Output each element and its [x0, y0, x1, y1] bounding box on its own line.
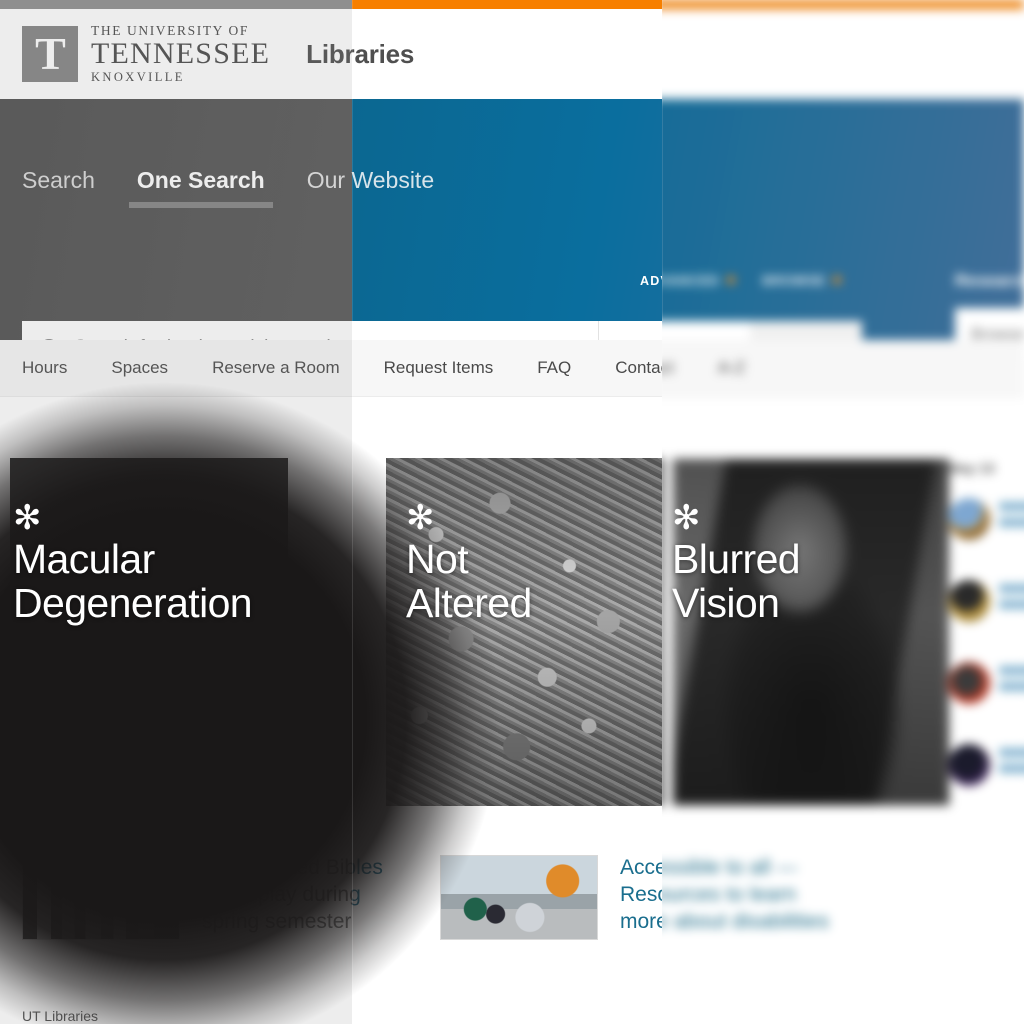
avatar: [948, 662, 990, 704]
site-title: Libraries: [352, 38, 415, 69]
social-post[interactable]: [948, 498, 1024, 540]
search-band: Search One Search Our Website ADVANCED B…: [352, 99, 662, 374]
top-accent-strip: [0, 0, 352, 9]
search-label: Search: [22, 167, 95, 193]
nav-a-to-z[interactable]: A-Z: [718, 358, 745, 378]
tab-one-search[interactable]: One Search: [128, 167, 273, 208]
top-accent-strip: [352, 0, 662, 9]
simulation-title: Macular Degeneration: [13, 535, 253, 627]
tab-our-website[interactable]: Our Website: [352, 167, 434, 208]
social-feed: May 13: [948, 460, 1024, 826]
asterisk-icon: ✻: [672, 498, 701, 538]
nav-contact[interactable]: Contact: [615, 358, 662, 378]
site-title: Libraries: [306, 38, 352, 69]
news-item[interactable]: Early printed Bibles on display during s…: [352, 855, 442, 940]
search-band: Search One Search Our Website ADVANCED B…: [0, 99, 352, 374]
advanced-link[interactable]: ADVANCED: [640, 274, 662, 288]
ut-logo-icon[interactable]: T: [22, 26, 78, 82]
social-post-text: [999, 580, 1024, 609]
news-title[interactable]: Accessible to all — Resources to learn m…: [662, 855, 829, 940]
search-band: Search One Search Our Website ADVANCED B…: [662, 99, 1024, 374]
asterisk-icon: ✻: [406, 498, 435, 538]
news-title[interactable]: Early printed Bibles on display during s…: [202, 855, 352, 940]
advanced-browse-links: ADVANCED BROWSE: [662, 274, 841, 288]
search-tabs: Search One Search Our Website: [22, 167, 352, 208]
masthead: T THE UNIVERSITY OF TENNESSEE KNOXVILLE …: [0, 9, 352, 99]
news-title[interactable]: Early printed Bibles on display during s…: [352, 855, 383, 940]
panel-divider: [662, 0, 663, 1024]
social-feed-date: May 13: [948, 460, 995, 476]
masthead: T THE UNIVERSITY OF TENNESSEE KNOXVILLE …: [352, 9, 662, 99]
news-thumbnail: [440, 855, 598, 940]
screenshot-stage: T THE UNIVERSITY OF TENNESSEE KNOXVILLE …: [0, 0, 1024, 1024]
nav-hours[interactable]: Hours: [22, 358, 67, 378]
utility-nav: Hours Spaces Reserve a Room Request Item…: [662, 340, 1024, 397]
wordmark-line-2: TENNESSEE: [91, 37, 271, 71]
footer-note: UT Libraries: [22, 1008, 98, 1024]
simulation-title: Blurred Vision: [672, 535, 801, 627]
wordmark-line-1: THE UNIVERSITY OF: [91, 23, 249, 39]
social-post-text: [999, 662, 1024, 691]
browse-link[interactable]: BROWSE: [763, 274, 841, 288]
advanced-browse-links: ADVANCED BROWSE: [640, 274, 662, 288]
social-post-text: [999, 498, 1024, 527]
simulation-label-macular: ✻ Macular Degeneration: [13, 498, 253, 627]
nav-request-items[interactable]: Request Items: [384, 358, 494, 378]
news-item[interactable]: Accessible to all — Resources to learn m…: [440, 855, 662, 940]
news-thumbnail: [22, 855, 180, 940]
social-post[interactable]: [948, 744, 1024, 786]
nav-contact[interactable]: Contact: [662, 358, 674, 378]
simulation-title: Not Altered: [406, 535, 532, 627]
news-row: Early printed Bibles on display during s…: [0, 845, 352, 995]
university-wordmark: THE UNIVERSITY OF TENNESSEE KNOXVILLE: [91, 24, 270, 83]
advanced-link[interactable]: ADVANCED: [662, 274, 735, 288]
news-item[interactable]: Early printed Bibles on display during s…: [22, 855, 352, 940]
news-title[interactable]: Accessible to all — Resources to learn m…: [620, 855, 662, 940]
nav-spaces[interactable]: Spaces: [111, 358, 168, 378]
utility-nav: Hours Spaces Reserve a Room Request Item…: [0, 340, 352, 397]
search-tabs: Search One Search Our Website: [352, 167, 476, 208]
nav-reserve-a-room[interactable]: Reserve a Room: [212, 358, 340, 378]
social-post[interactable]: [948, 580, 1024, 622]
nav-faq[interactable]: FAQ: [537, 358, 571, 378]
chevron-down-icon: [832, 276, 841, 284]
social-post-text: [999, 744, 1024, 773]
avatar: [948, 580, 990, 622]
social-post[interactable]: [948, 662, 1024, 704]
news-item[interactable]: Accessible to all — Resources to learn m…: [662, 855, 870, 940]
chevron-down-icon: [726, 276, 735, 284]
news-row: Early printed Bibles on display during s…: [662, 845, 1024, 995]
avatar: [948, 498, 990, 540]
news-row: Early printed Bibles on display during s…: [352, 845, 662, 995]
research-label: Research: [955, 271, 1024, 290]
tab-our-website[interactable]: Our Website: [307, 167, 352, 208]
avatar: [948, 744, 990, 786]
simulation-label-not-altered: ✻ Not Altered: [406, 498, 532, 627]
masthead: T THE UNIVERSITY OF TENNESSEE KNOXVILLE …: [662, 9, 1024, 99]
simulation-label-blurred: ✻ Blurred Vision: [672, 498, 801, 627]
top-accent-strip: [662, 0, 1024, 9]
panel-divider: [352, 0, 353, 1024]
wordmark-line-3: KNOXVILLE: [91, 69, 185, 84]
utility-nav: Hours Spaces Reserve a Room Request Item…: [352, 340, 662, 397]
asterisk-icon: ✻: [13, 498, 42, 538]
ut-logo-letter: T: [35, 28, 66, 79]
